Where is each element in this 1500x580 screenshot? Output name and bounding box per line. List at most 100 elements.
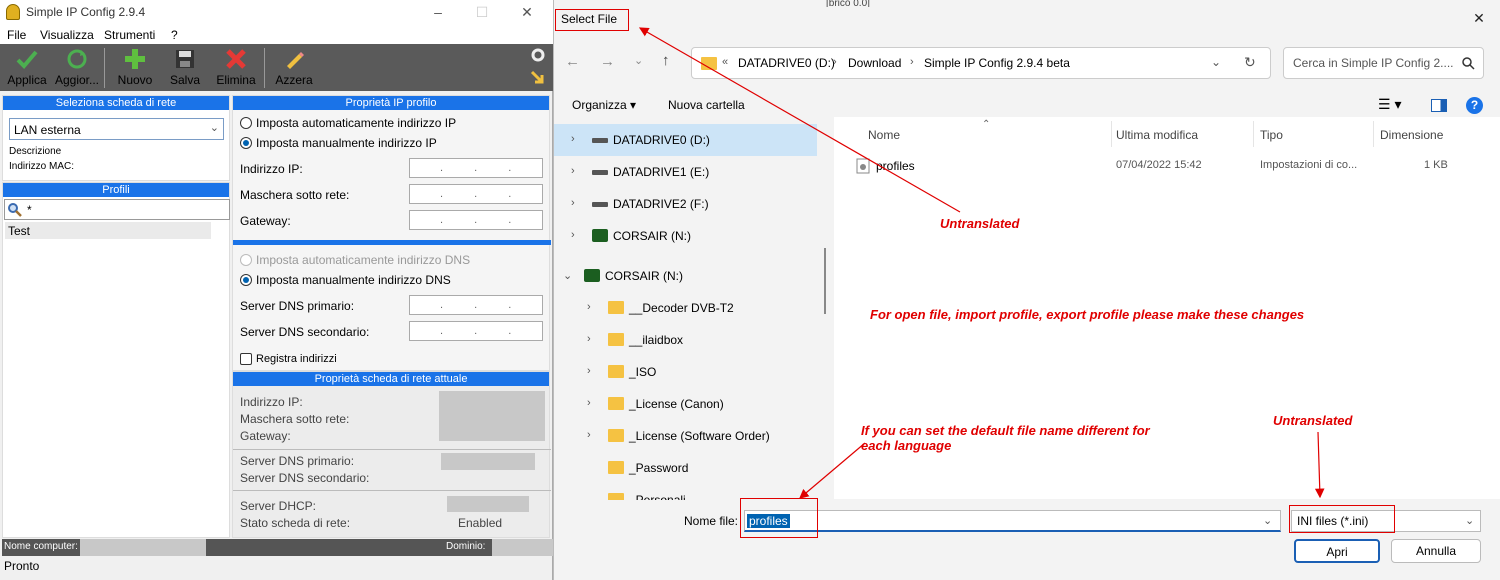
divider <box>233 490 551 491</box>
chevron-down-icon: ⌄ <box>209 122 219 134</box>
ip-address-field[interactable]: . . . <box>409 158 543 178</box>
history-dropdown-icon[interactable]: ⌄ <box>634 54 643 67</box>
refresh-button[interactable]: Aggior... <box>53 44 101 91</box>
new-folder-button[interactable]: Nuova cartella <box>668 98 745 112</box>
search-input[interactable]: Cerca in Simple IP Config 2.... <box>1283 47 1484 79</box>
breadcrumb-drive[interactable]: DATADRIVE0 (D:) <box>738 56 835 70</box>
chevron-down-icon[interactable]: ⌄ <box>563 269 572 282</box>
chevron-right-icon[interactable]: › <box>587 397 591 409</box>
back-arrow-icon[interactable]: ← <box>565 53 580 70</box>
address-dropdown-icon[interactable]: ⌄ <box>1211 55 1221 69</box>
column-size[interactable]: Dimensione <box>1380 128 1443 142</box>
cancel-button[interactable]: Annulla <box>1391 539 1481 563</box>
minimize-button[interactable]: – <box>423 3 453 21</box>
settings-gear-icon[interactable] <box>530 47 546 63</box>
tree-item[interactable]: › __ilaidbox <box>554 324 817 356</box>
refresh-icon[interactable]: ↻ <box>1244 54 1256 71</box>
column-type[interactable]: Tipo <box>1260 128 1283 142</box>
tray-arrow-icon[interactable] <box>530 69 546 85</box>
maximize-button[interactable]: ☐ <box>467 3 497 21</box>
clear-button[interactable]: Azzera <box>270 44 318 91</box>
breadcrumb-overflow[interactable]: « <box>722 56 728 68</box>
chevron-down-icon[interactable]: ⌄ <box>1263 514 1272 527</box>
annotation-box-title <box>555 9 629 31</box>
menu-tools[interactable]: Strumenti <box>104 28 155 42</box>
open-button[interactable]: Apri <box>1294 539 1380 563</box>
menubar: File Visualizza Strumenti ? <box>0 25 553 44</box>
manual-ip-radio[interactable] <box>240 137 252 149</box>
chevron-right-icon[interactable]: › <box>587 429 591 441</box>
folder-icon <box>608 301 624 314</box>
secondary-dns-field[interactable]: . . . <box>409 321 543 341</box>
tree-item[interactable]: › DATADRIVE0 (D:) <box>554 124 817 156</box>
gateway-field[interactable]: . . . <box>409 210 543 230</box>
delete-button[interactable]: Elimina <box>212 44 260 91</box>
toolbar-separator <box>264 48 265 88</box>
breadcrumb-folder[interactable]: Simple IP Config 2.9.4 beta <box>924 56 1070 70</box>
tree-item[interactable]: › _License (Canon) <box>554 388 817 420</box>
organize-menu[interactable]: Organizza ▾ <box>572 98 636 112</box>
column-divider <box>1111 121 1112 147</box>
computer-name-value <box>80 539 206 556</box>
folder-icon <box>608 461 624 474</box>
auto-dns-radio[interactable] <box>240 254 252 266</box>
tree-item[interactable]: ⌄ CORSAIR (N:) <box>554 260 817 292</box>
new-button[interactable]: Nuovo <box>111 44 159 91</box>
chevron-right-icon[interactable]: › <box>571 133 575 145</box>
register-checkbox[interactable] <box>240 353 252 365</box>
breadcrumb-download[interactable]: Download <box>848 56 901 70</box>
tree-item[interactable]: _Password <box>554 452 817 484</box>
chevron-right-icon[interactable]: › <box>571 197 575 209</box>
settings-file-icon <box>856 158 870 174</box>
help-icon[interactable]: ? <box>1466 97 1483 114</box>
list-item[interactable]: Test <box>5 222 211 239</box>
tree-item[interactable]: › CORSAIR (N:) <box>554 220 817 252</box>
close-button[interactable]: ✕ <box>512 3 542 21</box>
subnet-mask-field[interactable]: . . . <box>409 184 543 204</box>
current-properties-panel: Proprietà scheda di rete attuale Indiriz… <box>232 371 551 538</box>
adapter-select[interactable]: LAN esterna ⌄ <box>9 118 224 140</box>
profile-filter-input[interactable]: * <box>4 199 230 220</box>
chevron-right-icon[interactable]: › <box>571 229 575 241</box>
up-arrow-icon[interactable]: ↑ <box>662 52 670 69</box>
chevron-right-icon[interactable]: › <box>587 365 591 377</box>
chevron-right-icon[interactable]: › <box>571 165 575 177</box>
tree-item[interactable]: › __Decoder DVB-T2 <box>554 292 817 324</box>
chevron-right-icon[interactable]: › <box>587 333 591 345</box>
address-bar[interactable]: « DATADRIVE0 (D:) › Download › Simple IP… <box>691 47 1271 79</box>
tree-item[interactable]: › DATADRIVE1 (E:) <box>554 156 817 188</box>
forward-arrow-icon[interactable]: → <box>600 53 615 70</box>
current-dns-values <box>441 453 535 470</box>
tree-item-label: __ilaidbox <box>629 333 684 347</box>
tree-scrollbar[interactable] <box>824 248 826 314</box>
register-label: Registra indirizzi <box>256 353 337 365</box>
view-options-icon[interactable]: ☰ ▾ <box>1378 96 1401 113</box>
tree-item[interactable]: › _License (Software Order) <box>554 420 817 452</box>
chevron-right-icon[interactable]: › <box>587 301 591 313</box>
ip-properties-panel: Proprietà IP profilo Imposta automaticam… <box>232 95 551 371</box>
menu-file[interactable]: File <box>7 28 26 42</box>
apply-button[interactable]: Applica <box>3 44 51 91</box>
auto-ip-radio[interactable] <box>240 117 252 129</box>
dialog-close-button[interactable]: ✕ <box>1464 9 1494 27</box>
folder-icon <box>608 333 624 346</box>
menu-view[interactable]: Visualizza <box>40 28 94 42</box>
profiles-panel: Profili * Test <box>2 182 230 538</box>
drive-icon <box>592 138 608 143</box>
column-name[interactable]: Nome <box>868 128 900 142</box>
save-button[interactable]: Salva <box>161 44 209 91</box>
table-row[interactable]: profiles 07/04/2022 15:42 Impostazioni d… <box>854 155 1454 177</box>
menu-help[interactable]: ? <box>171 28 178 42</box>
filename-input[interactable]: profiles ⌄ <box>744 510 1281 532</box>
adapter-status-label: Stato scheda di rete: <box>240 516 351 530</box>
red-x-icon <box>226 49 246 69</box>
manual-dns-radio[interactable] <box>240 274 252 286</box>
manual-ip-label: Imposta manualmente indirizzo IP <box>256 136 437 150</box>
tree-item[interactable]: › _ISO <box>554 356 817 388</box>
primary-dns-field[interactable]: . . . <box>409 295 543 315</box>
column-modified[interactable]: Ultima modifica <box>1116 128 1198 142</box>
tree-item[interactable]: › DATADRIVE2 (F:) <box>554 188 817 220</box>
current-ip-label: Indirizzo IP: <box>240 395 303 409</box>
preview-pane-icon[interactable] <box>1431 99 1447 112</box>
annotation-untranslated-filetype: Untranslated <box>1273 413 1353 428</box>
